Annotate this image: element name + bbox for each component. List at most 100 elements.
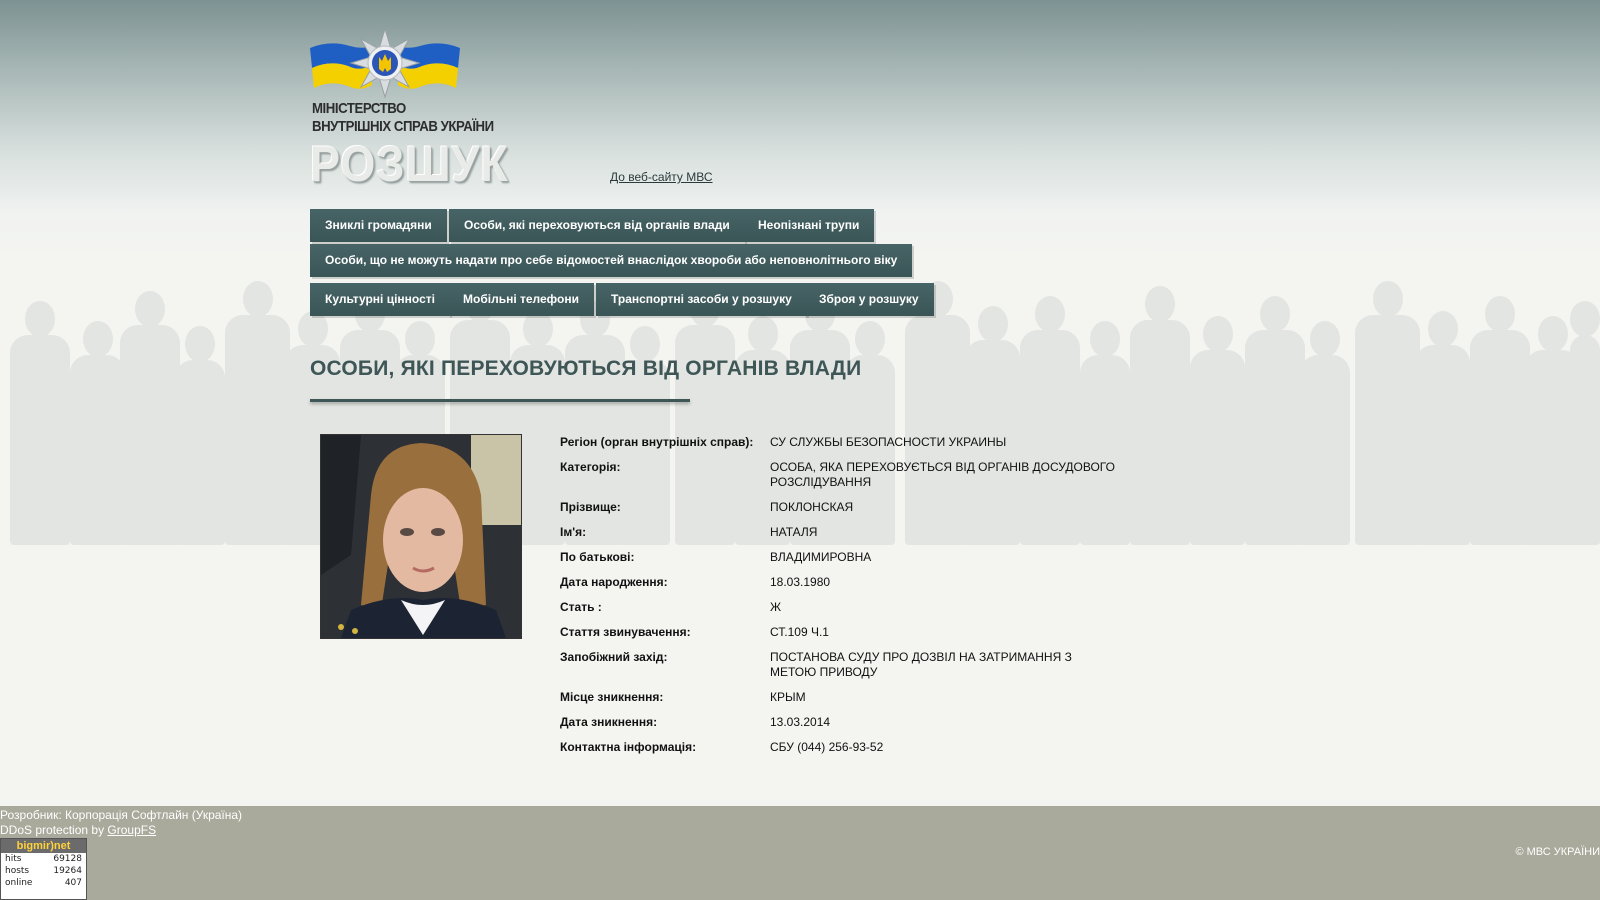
record-value: ВЛАДИМИРОВНА	[770, 550, 872, 564]
record-label: Запобіжний захід:	[560, 650, 668, 664]
nav-unidentified-bodies[interactable]: Неопізнані трупи	[743, 209, 875, 242]
nav-cultural-values[interactable]: Культурні цінності	[310, 283, 450, 316]
record-label: Контактна інформація:	[560, 740, 697, 754]
silhouette-head	[1485, 296, 1515, 332]
silhouette-head	[1570, 301, 1600, 337]
record-row: Запобіжний захід: ПОСТАНОВА СУДУ ПРО ДОЗВ…	[560, 650, 1120, 680]
record-value: КРЫМ	[770, 690, 806, 704]
ministry-name: МІНІСТЕРСТВО ВНУТРІШНІХ СПРАВ УКРАЇНИ	[312, 100, 494, 136]
record-row: Контактна інформація: СБУ (044) 256-93-52	[560, 740, 1120, 755]
record-label: Стаття звинувачення:	[560, 625, 691, 639]
counter-row: online 407	[1, 877, 86, 889]
record-label: Регіон (орган внутрішніх справ):	[560, 435, 754, 449]
record-value: ПОСТАНОВА СУДУ ПРО ДОЗВІЛ НА ЗАТРИМАННЯ …	[770, 650, 1072, 679]
record-value: СБУ (044) 256-93-52	[770, 740, 884, 754]
silhouette-head	[1427, 311, 1458, 347]
record-value: СУ СЛУЖБЫ БЕЗОПАСНОСТИ УКРАИНЫ	[770, 435, 1007, 449]
record-row: По батькові: ВЛАДИМИРОВНА	[560, 550, 1120, 565]
nav-wanted-vehicles[interactable]: Транспортні засоби у розшуку	[596, 283, 807, 316]
ddos-by: by	[91, 823, 105, 837]
silhouette-head	[855, 321, 885, 357]
record-row: Стаття звинувачення: СТ.109 Ч.1	[560, 625, 1120, 640]
page-title: ОСОБИ, ЯКІ ПЕРЕХОВУЮТЬСЯ ВІД ОРГАНІВ ВЛА…	[310, 357, 862, 380]
record-label: Прізвище:	[560, 500, 621, 514]
record-label: Категорія:	[560, 460, 621, 474]
silhouette	[10, 335, 70, 545]
silhouette	[1130, 320, 1190, 545]
record-details: Регіон (орган внутрішніх справ): СУ СЛУЖБ…	[560, 435, 1120, 765]
record-label: Дата зникнення:	[560, 715, 658, 729]
silhouette-head	[1145, 286, 1175, 322]
silhouette	[120, 325, 180, 545]
counter-label: online	[5, 878, 33, 888]
silhouette-head	[977, 306, 1008, 342]
counter-row: hits 69128	[1, 853, 86, 865]
nav-wanted-weapons[interactable]: Зброя у розшуку	[804, 283, 934, 316]
title-underline	[310, 399, 690, 402]
person-photo	[320, 434, 522, 639]
counter-value: 407	[64, 878, 82, 888]
record-value: ПОКЛОНСКАЯ	[770, 500, 854, 514]
bigmir-counter[interactable]: bigmir)net hits 69128 hosts 19264 online 40…	[0, 838, 87, 900]
silhouette	[1570, 335, 1600, 545]
silhouette-head	[1310, 321, 1340, 357]
counter-brand: bigmir)net	[1, 839, 86, 853]
record-label: Дата народження:	[560, 575, 668, 589]
nav-mobile-phones[interactable]: Мобільні телефони	[448, 283, 594, 316]
silhouette-head	[1202, 316, 1233, 352]
ministry-emblem-logo	[310, 30, 460, 99]
record-label: Стать :	[560, 600, 602, 614]
groupfs-link[interactable]: GroupFS	[107, 823, 156, 837]
nav-persons-unable-identify[interactable]: Особи, що не можуть надати про себе відо…	[310, 244, 913, 277]
silhouette-head	[1372, 281, 1403, 317]
silhouette-head	[405, 321, 435, 357]
record-value: ОСОБА, ЯКА ПЕРЕХОВУЄТЬСЯ ВІД ОРГАНІВ ДОС…	[770, 460, 1115, 489]
record-row: Дата зникнення: 13.03.2014	[560, 715, 1120, 730]
silhouette-head	[82, 321, 113, 357]
silhouette	[1245, 330, 1305, 545]
silhouette	[225, 315, 290, 545]
record-row: Ім'я: НАТАЛЯ	[560, 525, 1120, 540]
nav-missing-citizens[interactable]: Зниклі громадяни	[310, 209, 447, 242]
counter-value: 19264	[53, 866, 82, 876]
record-value: Ж	[770, 600, 782, 614]
ddos-prefix: DDoS protection	[0, 823, 89, 837]
section-title-wanted: РОЗШУК	[310, 136, 509, 192]
ministry-name-line2: ВНУТРІШНІХ СПРАВ УКРАЇНИ	[312, 118, 494, 135]
silhouette-head	[185, 326, 215, 362]
silhouette	[1300, 355, 1350, 545]
record-row: Категорія: ОСОБА, ЯКА ПЕРЕХОВУЄТЬСЯ ВІД О…	[560, 460, 1120, 490]
counter-label: hits	[5, 854, 22, 864]
silhouette	[175, 360, 225, 545]
silhouette	[1470, 330, 1530, 545]
record-label: Ім'я:	[560, 525, 587, 539]
silhouette-head	[297, 311, 328, 347]
silhouette	[70, 355, 125, 545]
nav-fugitives[interactable]: Особи, які переховуються від органів вла…	[449, 209, 745, 242]
counter-label: hosts	[5, 866, 30, 876]
silhouette-head	[1260, 296, 1290, 332]
record-label: Місце зникнення:	[560, 690, 664, 704]
silhouette-head	[1537, 316, 1568, 352]
counter-value: 69128	[53, 854, 82, 864]
record-value: СТ.109 Ч.1	[770, 625, 829, 639]
silhouette-head	[1035, 296, 1065, 332]
copyright: © МВС УКРАЇНИ	[1515, 846, 1600, 858]
record-row: Прізвище: ПОКЛОНСКАЯ	[560, 500, 1120, 515]
record-row: Місце зникнення: КРЫМ	[560, 690, 1120, 705]
silhouette-head	[1090, 321, 1120, 357]
silhouette	[1190, 350, 1245, 545]
record-row: Стать : Ж	[560, 600, 1120, 615]
counter-row: hosts 19264	[1, 865, 86, 877]
record-value: 13.03.2014	[770, 715, 831, 729]
record-row: Регіон (орган внутрішніх справ): СУ СЛУЖБ…	[560, 435, 1120, 450]
silhouette-head	[522, 311, 553, 347]
silhouette-head	[135, 291, 165, 327]
silhouette-head	[747, 316, 778, 352]
record-row: Дата народження: 18.03.1980	[560, 575, 1120, 590]
record-label: По батькові:	[560, 550, 635, 564]
mvs-website-link[interactable]: До веб-сайту МВС	[610, 170, 713, 184]
silhouette	[1355, 315, 1420, 545]
silhouette-head	[25, 301, 55, 337]
record-value: НАТАЛЯ	[770, 525, 818, 539]
